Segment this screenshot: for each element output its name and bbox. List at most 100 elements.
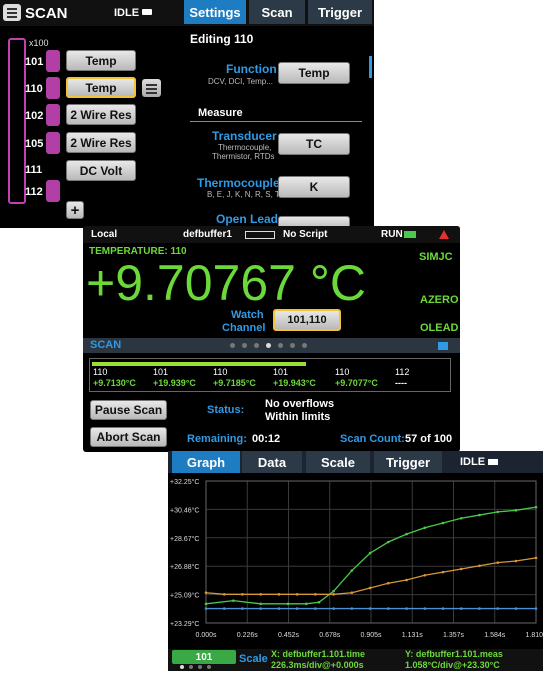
watch-channel-button[interactable]: 101,110 — [273, 309, 341, 331]
y-tick-label: +23.29°C — [170, 620, 199, 628]
x-axis-info-2: 226.3ms/div@+0.000s — [271, 660, 364, 670]
data-point — [222, 593, 226, 596]
temperature-chart[interactable]: +32.25°C +30.46°C +28.67°C +26.88°C +25.09°C… — [168, 473, 543, 649]
x-tick-label: 1.584s — [484, 632, 506, 639]
status-line-2: Within limits — [265, 411, 331, 423]
channel-bracket — [8, 38, 26, 204]
tab-graph[interactable]: Graph — [172, 451, 240, 473]
data-point — [534, 505, 538, 509]
data-point — [441, 521, 445, 525]
measure-divider — [190, 121, 362, 122]
main-reading: +9.70767 °C — [86, 255, 366, 311]
x-tick-label: 0.226s — [237, 632, 259, 639]
pause-scan-button[interactable]: Pause Scan — [90, 400, 167, 420]
flag-azero: AZERO — [420, 294, 459, 306]
buffer-gauge — [245, 231, 275, 239]
channel-num-110: 110 — [25, 83, 43, 95]
channel-handle[interactable] — [46, 50, 60, 72]
open-lead-label: Open Lead — [216, 212, 279, 226]
x-tick-label: 0.678s — [319, 632, 341, 639]
data-point — [405, 578, 408, 582]
scroll-indicator[interactable] — [369, 56, 372, 78]
idle-status: IDLE — [460, 456, 486, 468]
tab-trigger[interactable]: Trigger — [308, 0, 372, 24]
channel-105-button[interactable]: 2 Wire Res — [66, 132, 136, 153]
channel-handle[interactable] — [46, 77, 60, 99]
channel-111-button[interactable]: DC Volt — [66, 160, 136, 181]
data-point — [423, 607, 427, 610]
data-point — [222, 607, 226, 610]
channel-label: Channel — [222, 322, 266, 334]
data-point — [350, 591, 354, 595]
idle-arrow-icon — [488, 459, 498, 465]
thermocouple-button[interactable]: K — [278, 176, 350, 198]
thermocouple-label: Thermocouple — [197, 176, 280, 190]
function-button[interactable]: Temp — [278, 62, 350, 84]
scale-label[interactable]: Scale — [239, 653, 268, 665]
data-point — [314, 593, 317, 596]
tab-data[interactable]: Data — [242, 451, 302, 473]
add-channel-button[interactable]: + — [66, 201, 84, 219]
remaining-label: Remaining: — [187, 433, 247, 445]
channel-handle[interactable] — [46, 132, 60, 154]
channel-num-102: 102 — [25, 110, 44, 122]
data-point — [387, 581, 390, 585]
flag-simjc: SIMJC — [419, 251, 453, 263]
tab-settings[interactable]: Settings — [184, 0, 246, 24]
channel-102-button[interactable]: 2 Wire Res — [66, 104, 136, 125]
channel-101-button[interactable]: Temp — [66, 50, 136, 71]
reading-channel: 112 — [395, 367, 410, 377]
menu-icon[interactable] — [3, 4, 21, 21]
reading-channel: 101 — [153, 367, 169, 377]
data-point — [387, 607, 390, 610]
abort-scan-button[interactable]: Abort Scan — [90, 427, 167, 447]
channel-num-111: 111 — [25, 164, 43, 176]
scan-progress-fill — [92, 362, 306, 366]
reading-value: +9.7130°C — [93, 378, 136, 388]
data-point — [368, 607, 372, 610]
reading-value: +9.7077°C — [335, 378, 378, 388]
transducer-button[interactable]: TC — [278, 133, 350, 155]
reading-channel: 110 — [213, 367, 228, 377]
more-options-icon[interactable] — [142, 79, 161, 97]
tab-trigger[interactable]: Trigger — [374, 451, 442, 473]
editing-title: Editing 110 — [190, 32, 254, 46]
buffer-label: defbuffer1 — [183, 229, 232, 240]
channel-110-button[interactable]: Temp — [66, 77, 136, 98]
function-sublabel: DCV, DCI, Temp... — [208, 77, 273, 86]
data-point — [459, 516, 463, 520]
local-label: Local — [91, 229, 118, 240]
home-panel: Local defbuffer1 No Script RUN TEMPERATU… — [83, 226, 460, 452]
data-point — [350, 569, 354, 572]
data-point — [496, 607, 500, 610]
data-point — [295, 607, 299, 610]
idle-status: IDLE — [114, 7, 140, 19]
x-tick-label: 0.905s — [360, 632, 382, 639]
y-tick-label: +25.09°C — [170, 592, 199, 600]
data-point — [459, 567, 463, 571]
data-point — [332, 593, 335, 596]
warning-icon[interactable] — [439, 230, 449, 239]
data-point — [204, 602, 208, 606]
page-dots[interactable] — [180, 665, 220, 670]
data-point — [496, 510, 500, 514]
channel-handle[interactable] — [46, 104, 60, 126]
data-point — [478, 513, 481, 517]
scan-title: SCAN — [25, 5, 68, 22]
tab-scan[interactable]: Scan — [249, 0, 305, 24]
data-point — [514, 607, 518, 610]
y-axis-info-1: Y: defbuffer1.101.meas — [405, 649, 503, 659]
data-point — [478, 607, 481, 610]
data-point — [241, 607, 244, 610]
channel-selector[interactable]: 101 — [172, 650, 236, 664]
tab-scale[interactable]: Scale — [306, 451, 370, 473]
x-tick-label: 1.810s — [525, 632, 543, 639]
thermocouple-sublabel: B, E, J, K, N, R, S, T — [207, 190, 280, 199]
trigger-mode-icon — [404, 231, 416, 238]
channel-handle[interactable] — [46, 180, 60, 202]
scan-settings-icon[interactable] — [438, 342, 448, 350]
x-tick-label: 0.452s — [278, 632, 300, 639]
swipe-dots[interactable] — [228, 343, 308, 349]
data-point — [350, 607, 354, 610]
transducer-sublabel: Thermistor, RTDs — [212, 152, 275, 161]
